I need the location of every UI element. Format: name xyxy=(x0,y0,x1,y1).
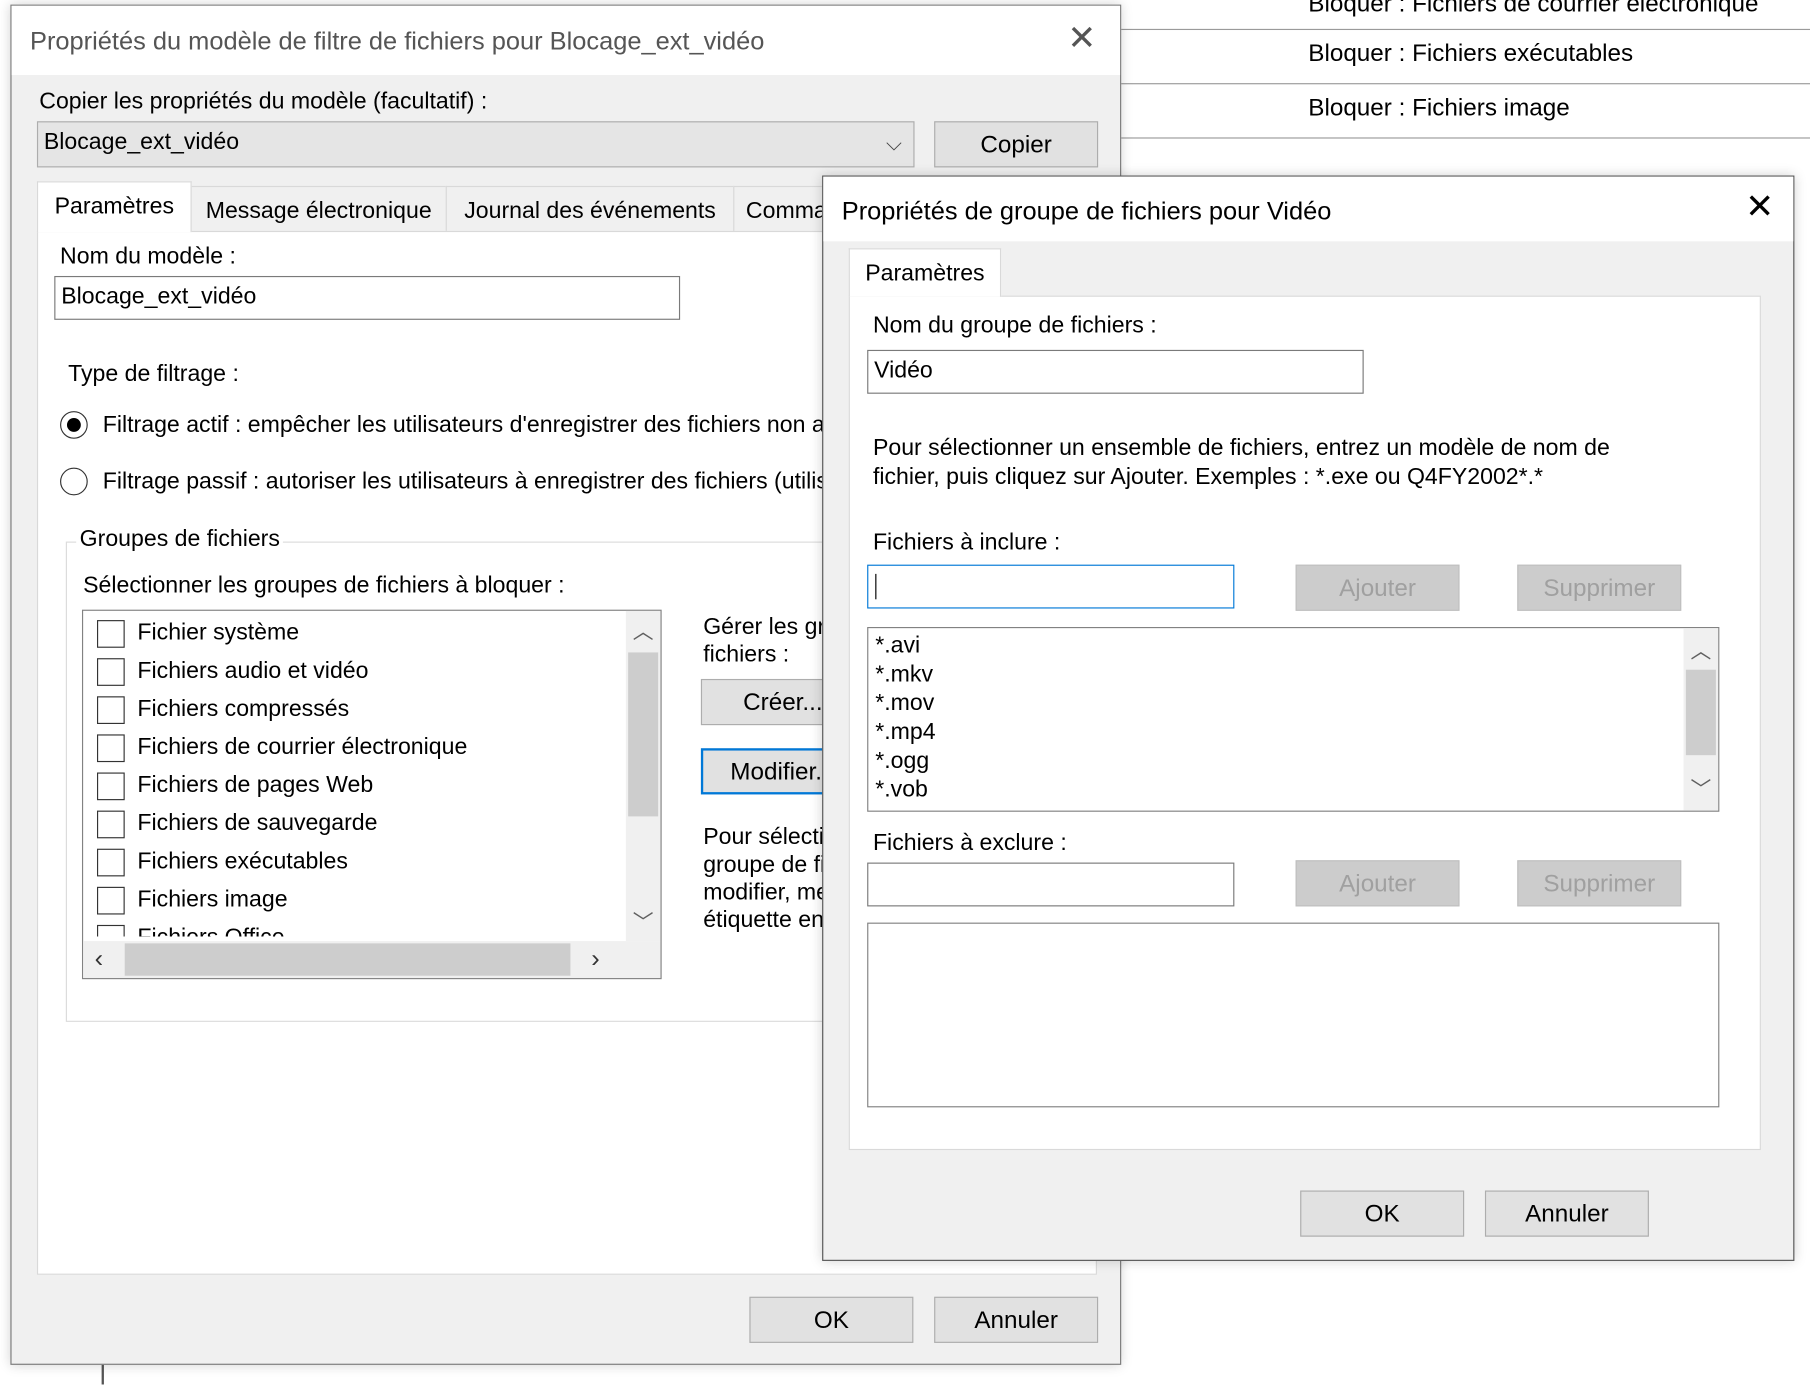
group-name-label: Nom du groupe de fichiers : xyxy=(872,312,1157,339)
exclude-files-input[interactable] xyxy=(867,862,1235,907)
chevron-down-icon[interactable]: ﹀ xyxy=(1684,774,1719,804)
checkbox[interactable] xyxy=(96,848,125,877)
tab-message-electronique[interactable]: Message électronique xyxy=(190,185,447,233)
group-settings-panel: Nom du groupe de fichiers : Vidéo Pour s… xyxy=(848,295,1761,1151)
list-item[interactable]: Fichier système xyxy=(83,615,614,653)
group-help-line1: Pour sélectionner un ensemble de fichier… xyxy=(872,435,1610,461)
file-group-properties-dialog: Propriétés de groupe de fichiers pour Vi… xyxy=(822,175,1795,1261)
group-name-input[interactable]: Vidéo xyxy=(867,349,1364,394)
horizontal-scrollbar[interactable]: ‹ › xyxy=(83,941,661,979)
close-icon[interactable]: ✕ xyxy=(1065,21,1100,57)
list-item[interactable]: Fichiers compressés xyxy=(83,692,614,730)
template-dialog-title: Propriétés du modèle de filtre de fichie… xyxy=(30,26,765,56)
scrollbar-thumb[interactable] xyxy=(628,652,659,817)
file-group-label: Fichiers de courrier électronique xyxy=(137,734,468,760)
file-group-label: Fichiers de sauvegarde xyxy=(137,810,378,837)
tab-parametres[interactable]: Paramètres xyxy=(848,248,1002,297)
group-dialog-titlebar: Propriétés de groupe de fichiers pour Vi… xyxy=(823,176,1794,242)
checkbox[interactable] xyxy=(96,734,125,763)
tab-journal-evenements[interactable]: Journal des événements xyxy=(445,185,735,233)
background-row-label: Bloquer : Fichiers exécutables xyxy=(1308,40,1634,67)
group-cancel-button[interactable]: Annuler xyxy=(1484,1190,1649,1237)
passive-screening-radio[interactable] xyxy=(60,467,88,496)
template-name-label: Nom du modèle : xyxy=(60,243,236,270)
copy-template-value: Blocage_ext_vidéo xyxy=(43,129,240,155)
tab-parametres[interactable]: Paramètres xyxy=(36,181,192,233)
checkbox[interactable] xyxy=(96,886,125,915)
list-item[interactable]: Fichiers Office xyxy=(83,920,614,937)
manage-groups-label-line2: fichiers : xyxy=(703,642,790,668)
vertical-scrollbar[interactable]: ︿ ﹀ xyxy=(1683,628,1719,811)
text-caret xyxy=(875,573,877,600)
exclude-files-label: Fichiers à exclure : xyxy=(872,830,1067,856)
list-item[interactable]: *.mp4 xyxy=(875,719,935,746)
exclude-add-button[interactable]: Ajouter xyxy=(1295,860,1460,907)
template-dialog-titlebar: Propriétés du modèle de filtre de fichie… xyxy=(11,5,1121,76)
include-add-button[interactable]: Ajouter xyxy=(1295,564,1460,611)
group-dialog-title: Propriétés de groupe de fichiers pour Vi… xyxy=(841,196,1332,226)
close-icon[interactable]: ✕ xyxy=(1742,190,1777,226)
copy-button[interactable]: Copier xyxy=(934,121,1099,168)
background-partial-row: Bloquer : Fichiers de courrier électroni… xyxy=(1117,0,1810,31)
chevron-down-icon[interactable]: ﹀ xyxy=(626,906,661,936)
template-ok-button[interactable]: OK xyxy=(749,1296,914,1343)
chevron-up-icon[interactable]: ︿ xyxy=(626,615,661,645)
scrollbar-thumb[interactable] xyxy=(1685,669,1716,756)
file-group-label: Fichier système xyxy=(137,620,300,646)
list-item[interactable]: *.vob xyxy=(875,777,928,804)
group-ok-button[interactable]: OK xyxy=(1300,1190,1465,1237)
list-item[interactable]: Fichiers de courrier électronique xyxy=(83,730,614,768)
file-group-label: Fichiers compressés xyxy=(137,696,350,722)
file-groups-legend: Groupes de fichiers xyxy=(76,526,284,554)
include-files-list[interactable]: *.avi *.mkv *.mov *.mp4 *.ogg *.vob ︿ ﹀ xyxy=(867,627,1720,812)
list-item[interactable]: Fichiers de pages Web xyxy=(83,768,614,806)
template-name-input[interactable]: Blocage_ext_vidéo xyxy=(54,275,681,320)
file-group-label: Fichiers Office xyxy=(137,925,284,937)
chevron-up-icon[interactable]: ︿ xyxy=(1684,635,1719,665)
list-item[interactable]: Fichiers audio et vidéo xyxy=(83,654,614,692)
file-group-label: Fichiers image xyxy=(137,886,288,913)
list-item[interactable]: *.ogg xyxy=(875,748,929,775)
list-item[interactable]: Fichiers de sauvegarde xyxy=(83,806,614,844)
checkbox[interactable] xyxy=(96,924,125,937)
background-row-label: Bloquer : Fichiers image xyxy=(1308,94,1570,122)
file-groups-list[interactable]: Fichier système Fichiers audio et vidéo … xyxy=(81,609,662,980)
scrollbar-thumb[interactable] xyxy=(124,943,571,976)
chevron-right-icon[interactable]: › xyxy=(591,943,599,973)
background-row[interactable]: Bloquer : Fichiers image xyxy=(1117,84,1810,139)
checkbox[interactable] xyxy=(96,620,125,648)
checkbox[interactable] xyxy=(96,696,125,724)
copy-template-select[interactable]: Blocage_ext_vidéo ⌵ xyxy=(36,121,915,168)
group-help-line2: fichier, puis cliquez sur Ajouter. Exemp… xyxy=(872,464,1544,490)
background-row[interactable]: Bloquer : Fichiers exécutables xyxy=(1117,30,1810,85)
select-groups-label: Sélectionner les groupes de fichiers à b… xyxy=(83,572,565,599)
file-group-label: Fichiers exécutables xyxy=(137,848,348,875)
checkbox[interactable] xyxy=(96,810,125,839)
list-item[interactable]: *.mov xyxy=(875,691,934,718)
chevron-down-icon: ⌵ xyxy=(886,131,902,155)
vertical-scrollbar[interactable]: ︿ ﹀ xyxy=(625,610,661,942)
exclude-files-list[interactable] xyxy=(867,922,1720,1108)
include-files-input[interactable] xyxy=(867,564,1235,609)
active-screening-label: Filtrage actif : empêcher les utilisateu… xyxy=(102,412,906,438)
file-group-label: Fichiers de pages Web xyxy=(137,772,374,798)
include-remove-button[interactable]: Supprimer xyxy=(1517,564,1682,611)
screening-type-label: Type de filtrage : xyxy=(68,361,239,387)
exclude-remove-button[interactable]: Supprimer xyxy=(1517,860,1682,907)
background-divider xyxy=(101,1362,104,1385)
copy-properties-label: Copier les propriétés du modèle (faculta… xyxy=(39,88,488,115)
include-files-label: Fichiers à inclure : xyxy=(872,530,1061,556)
checkbox[interactable] xyxy=(96,772,125,801)
file-group-label: Fichiers audio et vidéo xyxy=(137,658,369,684)
list-item[interactable]: Fichiers exécutables xyxy=(83,844,614,882)
chevron-left-icon[interactable]: ‹ xyxy=(95,943,103,973)
list-item[interactable]: *.mkv xyxy=(875,662,933,689)
active-screening-radio[interactable] xyxy=(60,411,88,439)
list-item[interactable]: *.avi xyxy=(875,633,920,660)
list-item[interactable]: Fichiers image xyxy=(83,882,614,920)
checkbox[interactable] xyxy=(96,658,125,686)
template-cancel-button[interactable]: Annuler xyxy=(934,1296,1099,1343)
background-row-label: Bloquer : Fichiers de courrier électroni… xyxy=(1308,0,1759,18)
